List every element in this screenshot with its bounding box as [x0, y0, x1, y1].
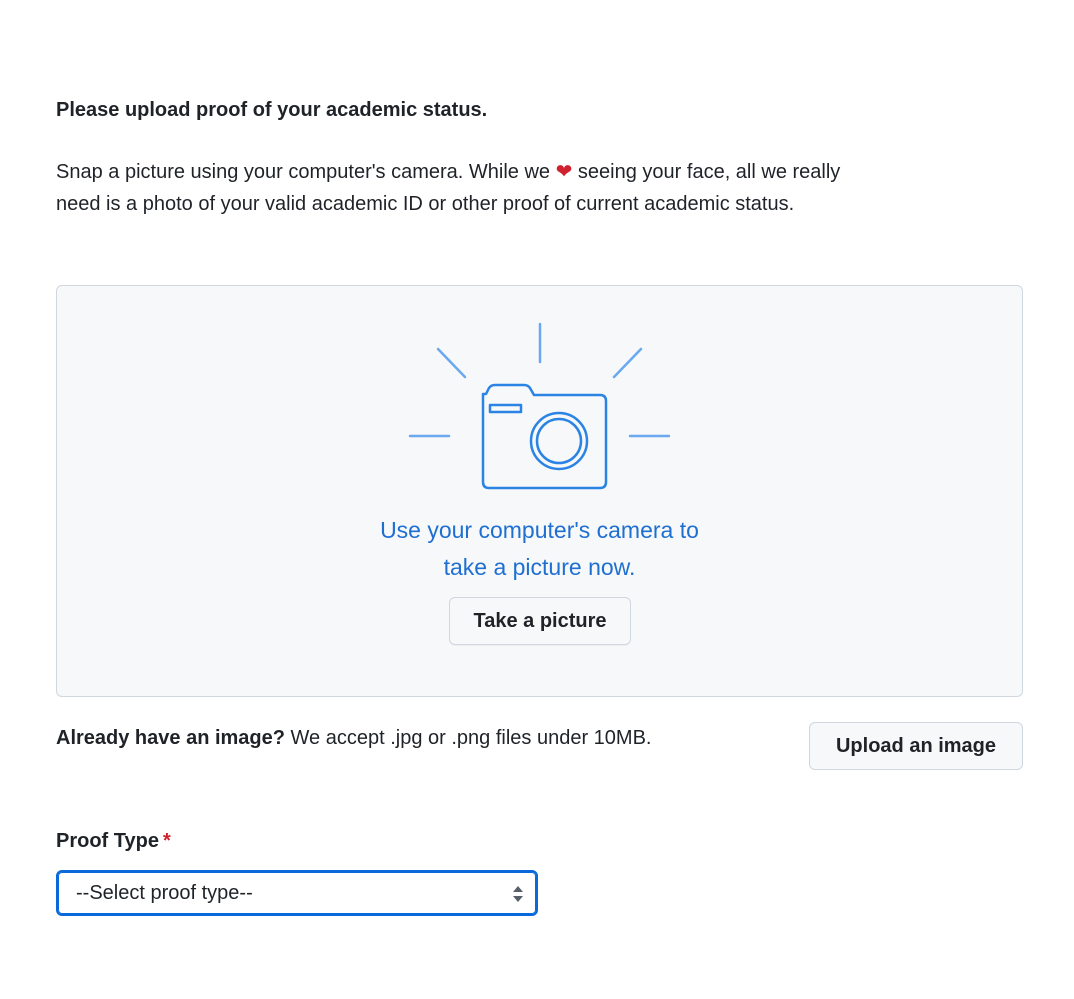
- heart-icon: ❤: [555, 161, 573, 183]
- take-picture-button[interactable]: Take a picture: [449, 597, 631, 645]
- upload-image-button[interactable]: Upload an image: [809, 722, 1023, 770]
- camera-prompt-line1: Use your computer's camera to: [380, 517, 699, 543]
- proof-type-select[interactable]: --Select proof type--: [56, 870, 538, 916]
- proof-type-selected-value: --Select proof type--: [76, 881, 253, 904]
- intro-text-start: Snap a picture using your computer's cam…: [56, 161, 556, 183]
- proof-type-label-text: Proof Type: [56, 830, 159, 852]
- intro-text: Snap a picture using your computer's cam…: [56, 156, 846, 220]
- select-arrows-icon: [513, 886, 523, 902]
- page-heading: Please upload proof of your academic sta…: [56, 99, 488, 121]
- required-asterisk: *: [162, 830, 171, 852]
- upload-prompt: Already have an image? We accept .jpg or…: [56, 727, 651, 750]
- camera-prompt-line2: take a picture now.: [443, 554, 636, 580]
- camera-capture-panel: Use your computer's camera to take a pic…: [56, 285, 1023, 697]
- upload-prompt-strong: Already have an image?: [56, 727, 285, 749]
- upload-prompt-rest: We accept .jpg or .png files under 10MB.: [284, 727, 652, 749]
- proof-type-label: Proof Type *: [56, 830, 171, 853]
- camera-icon: [408, 322, 670, 490]
- camera-prompt: Use your computer's camera to take a pic…: [57, 512, 1022, 586]
